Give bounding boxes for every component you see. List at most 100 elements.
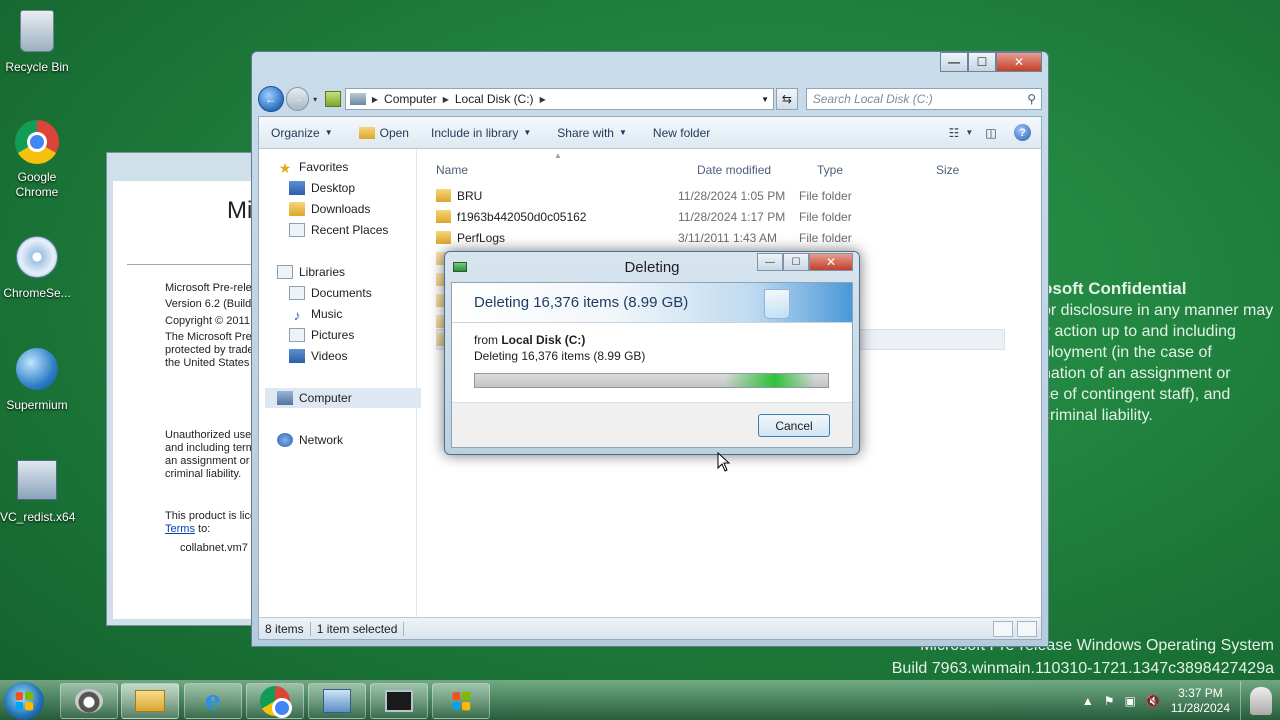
address-row: ← → ▾ ▶ Computer ▶ Local Disk (C:) ▶ ▼ ⇆…	[258, 86, 1043, 112]
warning-line: and including termi	[165, 442, 258, 454]
file-type: File folder	[799, 209, 852, 224]
preview-pane-button[interactable]: ◫	[978, 122, 1004, 144]
dialog-body: Deleting 16,376 items (8.99 GB) from Loc…	[451, 282, 853, 448]
show-desktop-button[interactable]	[1240, 681, 1280, 720]
forward-button[interactable]: →	[285, 87, 310, 111]
recent-places-icon	[289, 223, 305, 237]
organize-button[interactable]: Organize ▼	[271, 126, 333, 140]
watermark-line: nation of an assignment or	[1042, 365, 1231, 382]
chevron-down-icon: ▼	[618, 128, 627, 137]
desktop-icon-google-chrome[interactable]: Google Chrome	[0, 120, 74, 200]
dialog-banner: Deleting 16,376 items (8.99 GB)	[452, 283, 852, 323]
desktop-icon-label: ChromeSe...	[3, 286, 71, 300]
caption-buttons: — ☐ ✕	[940, 52, 1042, 72]
column-header-name[interactable]: Name	[436, 163, 468, 177]
network-tray-icon[interactable]: ▣	[1125, 694, 1136, 708]
view-list-icon: ☷	[948, 125, 960, 140]
large-icons-view-icon[interactable]	[1017, 620, 1037, 637]
dialog-progress-panel: from Local Disk (C:) Deleting 16,376 ite…	[452, 323, 852, 403]
nav-favorites[interactable]: ★ Favorites	[277, 157, 433, 177]
new-folder-button[interactable]: New folder	[653, 126, 710, 140]
breadcrumb-computer[interactable]: Computer	[384, 92, 437, 106]
windows-icon	[452, 691, 471, 711]
column-header-size[interactable]: Size	[936, 163, 959, 177]
taskbar-app-control-panel[interactable]	[308, 683, 366, 719]
taskbar-app-explorer[interactable]	[121, 683, 179, 719]
taskbar-app-ie[interactable]: e	[184, 683, 242, 719]
breadcrumb-separator-icon: ▶	[371, 94, 379, 104]
dialog-minimize-button[interactable]: —	[757, 253, 783, 271]
windows-logo-icon	[15, 691, 34, 711]
search-input[interactable]: Search Local Disk (C:) ⚲	[805, 88, 1043, 110]
taskbar-app-windows[interactable]	[432, 683, 490, 719]
file-row[interactable]: f1963b442050d0c05162 11/28/2024 1:17 PM …	[436, 206, 1007, 227]
nav-libraries[interactable]: Libraries	[277, 262, 433, 282]
volume-muted-icon[interactable]: 🔇	[1146, 694, 1161, 708]
from-location: Local Disk (C:)	[501, 333, 586, 347]
clock[interactable]: 3:37 PM 11/28/2024	[1171, 686, 1230, 716]
breadcrumb-separator-icon: ▶	[442, 94, 449, 104]
status-bar: 8 items 1 item selected	[259, 617, 1041, 639]
desktop-icon-label: Supermium	[6, 398, 68, 412]
recent-pages-dropdown[interactable]: ▾	[309, 95, 321, 104]
include-in-library-button[interactable]: Include in library ▼	[431, 126, 531, 140]
system-tray: ▲ ⚑ ▣ 🔇 3:37 PM 11/28/2024	[1082, 681, 1280, 720]
selection-count: 1 item selected	[311, 621, 405, 636]
column-header-date-modified[interactable]: Date modified	[697, 163, 771, 177]
file-row[interactable]: PerfLogs 3/11/2011 1:43 AM File folder	[436, 227, 1007, 248]
nav-network[interactable]: Network	[277, 430, 433, 450]
dialog-from-line: from Local Disk (C:)	[474, 333, 830, 347]
about-line: Version 6.2 (Build 7	[165, 298, 261, 310]
nav-computer[interactable]: Computer	[265, 388, 421, 408]
maximize-button[interactable]: ☐	[968, 52, 996, 72]
file-type: File folder	[799, 188, 852, 203]
user-icon	[1249, 687, 1272, 715]
refresh-button[interactable]: ⇆	[776, 88, 798, 110]
minimize-button[interactable]: —	[940, 52, 968, 72]
show-hidden-icons-button[interactable]: ▲	[1082, 694, 1094, 708]
flag-icon[interactable]: ⚑	[1104, 694, 1115, 708]
help-button[interactable]: ?	[1014, 124, 1031, 141]
nav-label: Computer	[299, 391, 352, 405]
file-name: BRU	[457, 188, 483, 203]
recycle-bin-icon	[20, 10, 54, 52]
open-button[interactable]: Open	[358, 125, 409, 140]
taskbar-app-raccoon[interactable]	[60, 683, 118, 719]
change-view-button[interactable]: ☷ ▼	[948, 122, 974, 144]
share-with-label: Share with	[557, 125, 614, 140]
mouse-cursor-icon	[717, 452, 731, 472]
taskbar-app-terminal[interactable]	[370, 683, 428, 719]
close-button[interactable]: ✕	[996, 52, 1042, 72]
share-with-button[interactable]: Share with ▼	[557, 126, 627, 140]
address-bar[interactable]: ▶ Computer ▶ Local Disk (C:) ▶ ▼	[344, 88, 775, 110]
nav-label: Recent Places	[311, 223, 389, 237]
column-header-type[interactable]: Type	[817, 163, 843, 177]
start-button[interactable]	[4, 682, 44, 720]
watermark-title: osoft Confidential	[1042, 279, 1187, 298]
nav-label: Videos	[311, 349, 348, 363]
search-icon: ⚲	[1027, 92, 1037, 106]
folder-up-icon[interactable]	[325, 91, 341, 107]
warning-line: criminal liability.	[165, 468, 242, 480]
dialog-close-button[interactable]: ✕	[809, 253, 853, 271]
desktop-icon-chromesetup[interactable]: ChromeSe...	[0, 236, 74, 300]
progress-glow	[725, 374, 815, 387]
desktop-icon-supermium[interactable]: Supermium	[0, 348, 74, 412]
cancel-button[interactable]: Cancel	[758, 414, 830, 437]
desktop-icon-recycle-bin[interactable]: Recycle Bin	[0, 8, 74, 74]
back-button[interactable]: ←	[258, 86, 284, 112]
file-date: 11/28/2024 1:17 PM	[678, 209, 786, 224]
warning-line: an assignment or co	[165, 455, 265, 467]
breadcrumb-local-disk[interactable]: Local Disk (C:)	[455, 92, 534, 106]
desktop-icon-vc-redist[interactable]: VC_redist.x64	[0, 460, 75, 524]
organize-label: Organize	[271, 125, 320, 140]
terms-link[interactable]: Terms	[165, 523, 195, 535]
details-view-icon[interactable]	[993, 620, 1013, 637]
deleting-dialog[interactable]: Deleting — ☐ ✕ Deleting 16,376 items (8.…	[444, 251, 860, 455]
open-label: Open	[379, 125, 409, 140]
taskbar-app-chrome[interactable]	[246, 683, 304, 719]
installer-icon	[17, 460, 57, 500]
clock-date: 11/28/2024	[1170, 701, 1230, 715]
address-dropdown-icon[interactable]: ▼	[761, 95, 769, 104]
file-row[interactable]: BRU 11/28/2024 1:05 PM File folder	[436, 185, 1007, 206]
